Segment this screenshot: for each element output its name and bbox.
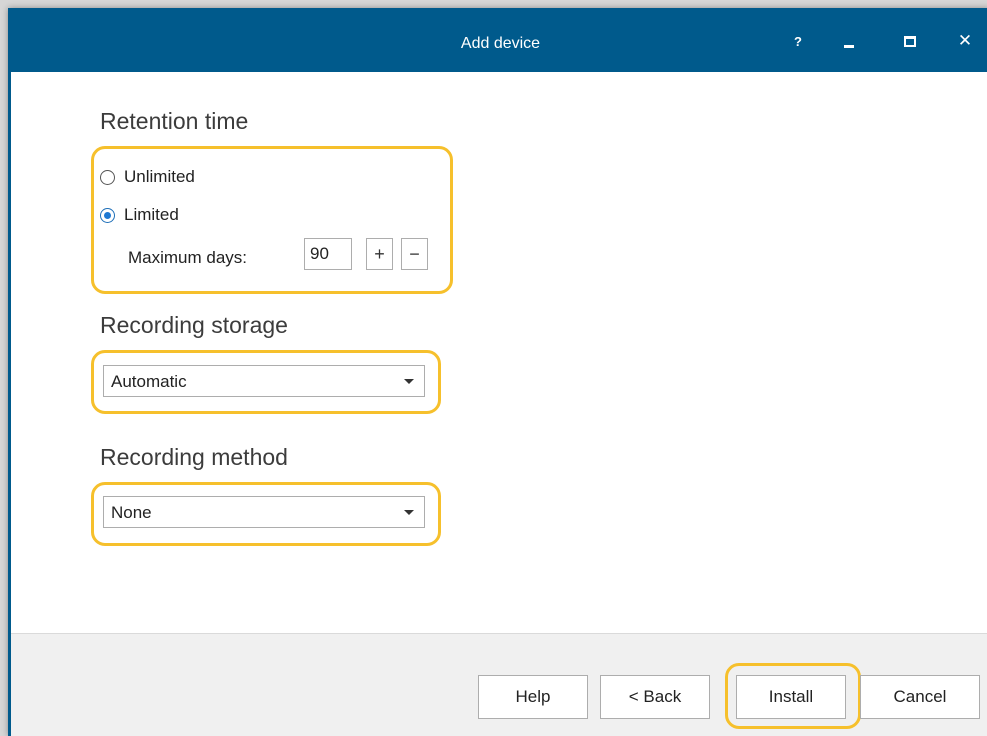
help-footer-button[interactable]: Help (478, 675, 588, 719)
recording-storage-dropdown[interactable]: Automatic (103, 365, 425, 397)
recording-storage-heading: Recording storage (100, 312, 288, 338)
minimize-button[interactable] (832, 26, 866, 56)
cancel-button[interactable]: Cancel (860, 675, 980, 719)
radio-unlimited[interactable]: Unlimited (100, 165, 195, 189)
maximum-days-input[interactable] (304, 238, 352, 270)
increment-days-button[interactable]: + (366, 238, 393, 270)
radio-limited-label: Limited (124, 205, 179, 224)
chevron-down-icon (404, 379, 414, 384)
radio-limited-indicator[interactable] (100, 207, 115, 223)
maximize-button[interactable] (893, 26, 927, 56)
radio-limited[interactable]: Limited (100, 203, 179, 227)
radio-unlimited-indicator[interactable] (100, 169, 115, 185)
question-icon: ? (794, 33, 802, 49)
radio-unlimited-label: Unlimited (124, 167, 195, 186)
install-button[interactable]: Install (736, 675, 846, 719)
maximum-days-label: Maximum days: (128, 248, 248, 267)
recording-method-value: None (111, 503, 152, 522)
chevron-down-icon (404, 510, 414, 515)
decrement-days-button[interactable]: − (401, 238, 428, 270)
back-button[interactable]: < Back (600, 675, 710, 719)
minimize-icon (844, 44, 854, 48)
recording-method-heading: Recording method (100, 444, 288, 470)
maximize-icon (904, 35, 916, 47)
retention-time-heading: Retention time (100, 108, 249, 134)
recording-storage-value: Automatic (111, 372, 187, 391)
close-button[interactable]: ✕ (948, 26, 982, 56)
recording-method-dropdown[interactable]: None (103, 496, 425, 528)
title-bar[interactable]: Add device ? ✕ (11, 8, 987, 72)
add-device-dialog: Add device ? ✕ Retention time Unlimited … (8, 8, 987, 736)
close-icon: ✕ (957, 31, 973, 50)
help-button[interactable]: ? (781, 26, 815, 56)
